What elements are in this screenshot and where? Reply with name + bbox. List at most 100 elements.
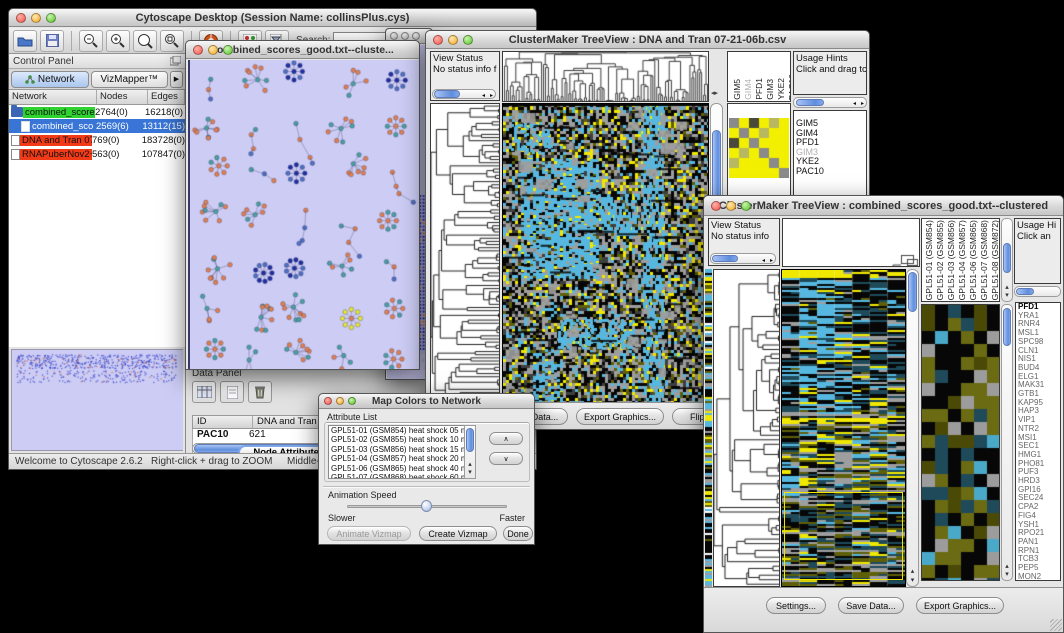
- column-labels-panel[interactable]: GPL51-01 (GSM854)GPL51-02 (GSM855)GPL51-…: [921, 218, 1000, 302]
- network-view-window[interactable]: combined_scores_good.txt--cluste...: [185, 40, 420, 370]
- close-button[interactable]: [324, 397, 332, 405]
- scroll-down-icon[interactable]: ▾: [907, 577, 918, 585]
- zoom-selected-icon[interactable]: [160, 30, 184, 52]
- global-pixel-strip[interactable]: [705, 269, 712, 587]
- network-row[interactable]: DNA and Tran 07769(0)183728(0): [9, 133, 185, 147]
- col-nodes[interactable]: Nodes: [97, 90, 148, 104]
- zoom-button[interactable]: [463, 35, 473, 45]
- attribute-list-item[interactable]: GPL51-04 (GSM857) heat shock 20 min: [331, 454, 475, 463]
- close-button[interactable]: [390, 32, 398, 40]
- scroll-down-icon[interactable]: ▾: [1002, 571, 1012, 579]
- scroll-down-icon[interactable]: ▾: [465, 469, 475, 477]
- zoom-button[interactable]: [412, 32, 420, 40]
- scroll-right-icon[interactable]: ▸: [490, 91, 493, 101]
- scroll-right-icon[interactable]: ▸: [861, 100, 864, 107]
- attribute-list-item[interactable]: GPL51-03 (GSM856) heat shock 15 min: [331, 445, 475, 454]
- close-button[interactable]: [711, 201, 721, 211]
- map-colors-titlebar[interactable]: Map Colors to Network: [319, 394, 534, 409]
- column-dendrogram-panel[interactable]: [502, 51, 709, 102]
- view-status-hscrollbar[interactable]: ◂ ▸: [710, 253, 776, 264]
- scroll-left-icon[interactable]: ◂: [853, 100, 856, 107]
- create-vizmap-button[interactable]: Create Vizmap: [419, 526, 497, 541]
- scroll-up-icon[interactable]: ▴: [907, 568, 918, 576]
- move-attribute-up-button[interactable]: ∧: [489, 432, 523, 445]
- minimize-button[interactable]: [208, 45, 218, 55]
- scroll-up-icon[interactable]: ▴: [1002, 563, 1012, 571]
- attribute-list-item[interactable]: GPL51-01 (GSM854) heat shock 05 min: [331, 426, 475, 435]
- scroll-up-icon[interactable]: ▴: [465, 461, 475, 469]
- view-status-hscrollbar[interactable]: ◂ ▸: [432, 89, 496, 99]
- network-overview-thumbnail[interactable]: [11, 349, 183, 451]
- minimize-button[interactable]: [726, 201, 736, 211]
- zoom-button[interactable]: [223, 45, 233, 55]
- scroll-right-icon[interactable]: ▸: [770, 256, 773, 266]
- attribute-list-item[interactable]: GPL51-02 (GSM855) heat shock 10 min: [331, 435, 475, 444]
- attribute-list-item[interactable]: GPL51-07 (GSM868) heat shock 60 min: [331, 473, 475, 479]
- row-dendrogram-panel[interactable]: [713, 269, 780, 587]
- save-icon[interactable]: [40, 30, 64, 52]
- zoom-heatmap-panel[interactable]: [921, 304, 1000, 581]
- minimize-button[interactable]: [448, 35, 458, 45]
- float-panel-icon[interactable]: [170, 56, 181, 66]
- done-button[interactable]: Done: [503, 526, 533, 541]
- map-colors-dialog[interactable]: Map Colors to Network Attribute List GPL…: [318, 393, 535, 545]
- export-graphics-button[interactable]: Export Graphics...: [576, 408, 664, 425]
- cytoscape-titlebar[interactable]: Cytoscape Desktop (Session Name: collins…: [9, 9, 536, 27]
- treeview-combined-titlebar[interactable]: ClusterMaker TreeView : combined_scores_…: [704, 196, 1063, 216]
- delete-attribute-trash-icon[interactable]: [248, 381, 272, 403]
- scroll-left-icon[interactable]: ◂: [482, 91, 485, 101]
- open-folder-icon[interactable]: [13, 30, 37, 52]
- heatmap-panel[interactable]: [502, 103, 709, 404]
- minimize-button[interactable]: [401, 32, 409, 40]
- labels-vscrollbar[interactable]: ▴ ▾: [1001, 218, 1013, 302]
- zoom-button[interactable]: [741, 201, 751, 211]
- treeview-dna-titlebar[interactable]: ClusterMaker TreeView : DNA and Tran 07-…: [426, 31, 869, 49]
- animate-vizmap-button[interactable]: Animate Vizmap: [327, 526, 411, 541]
- animation-speed-slider-thumb[interactable]: [421, 500, 432, 512]
- attribute-list[interactable]: GPL51-01 (GSM854) heat shock 05 minGPL51…: [328, 425, 476, 479]
- heatmap-panel[interactable]: [781, 269, 906, 587]
- new-attribute-icon[interactable]: [220, 381, 244, 403]
- zoom-button[interactable]: [348, 397, 356, 405]
- close-button[interactable]: [433, 35, 443, 45]
- settings-button[interactable]: Settings...: [766, 597, 826, 614]
- close-button[interactable]: [193, 45, 203, 55]
- scroll-arrows[interactable]: ◂▸: [711, 89, 718, 97]
- col-network[interactable]: Network: [9, 90, 97, 104]
- save-data-button[interactable]: Save Data...: [838, 597, 904, 614]
- attribute-list-item[interactable]: GPL51-06 (GSM865) heat shock 40 min: [331, 464, 475, 473]
- scroll-left-icon[interactable]: ◂: [762, 256, 765, 266]
- move-attribute-down-button[interactable]: ∨: [489, 452, 523, 465]
- scroll-up-icon[interactable]: ▴: [1002, 284, 1012, 292]
- minimize-button[interactable]: [31, 13, 41, 23]
- tabs-overflow-button[interactable]: ▶: [170, 71, 183, 88]
- zoom-fit-icon[interactable]: [133, 30, 157, 52]
- zoom-button[interactable]: [46, 13, 56, 23]
- treeview-combined-window[interactable]: ClusterMaker TreeView : combined_scores_…: [703, 195, 1064, 633]
- zoom-out-icon[interactable]: [79, 30, 103, 52]
- zoom-in-icon[interactable]: [106, 30, 130, 52]
- resize-grip[interactable]: [1050, 619, 1062, 631]
- col-edges[interactable]: Edges: [148, 90, 185, 104]
- usage-hints-hscrollbar[interactable]: ◂ ▸: [793, 97, 867, 108]
- genelist-vscrollbar[interactable]: ▴ ▾: [1001, 304, 1013, 581]
- data-col-id[interactable]: ID: [193, 416, 253, 428]
- close-button[interactable]: [16, 13, 26, 23]
- row-dendrogram-panel[interactable]: [430, 103, 500, 404]
- minimize-button[interactable]: [336, 397, 344, 405]
- scroll-down-icon[interactable]: ▾: [1002, 292, 1012, 300]
- select-attributes-icon[interactable]: [192, 381, 216, 403]
- network-canvas[interactable]: [188, 60, 419, 369]
- usage-hints-hscrollbar[interactable]: [1014, 286, 1061, 297]
- network-view-titlebar[interactable]: combined_scores_good.txt--cluste...: [186, 41, 419, 59]
- network-row[interactable]: combined_sco2569(6)13112(15): [9, 119, 185, 133]
- tab-vizmapper[interactable]: VizMapper™: [91, 71, 169, 88]
- attribute-list-vscrollbar[interactable]: ▴ ▾: [464, 425, 476, 479]
- export-graphics-button[interactable]: Export Graphics...: [916, 597, 1004, 614]
- tab-network[interactable]: Network: [11, 71, 89, 88]
- network-row[interactable]: RNAPuberNov2+563(0)107847(0): [9, 147, 185, 161]
- gene-name-list[interactable]: PFD1YRA1RNR4MSL1SPC98CLN1NIS1BUD4ELG1MAK…: [1015, 302, 1061, 581]
- heatmap-vscrollbar[interactable]: ▴ ▾: [906, 269, 919, 587]
- column-labels-panel[interactable]: GIM5GIM4PFD1GIM3YKE2PAC10: [727, 51, 791, 102]
- column-tree-panel[interactable]: [782, 218, 920, 267]
